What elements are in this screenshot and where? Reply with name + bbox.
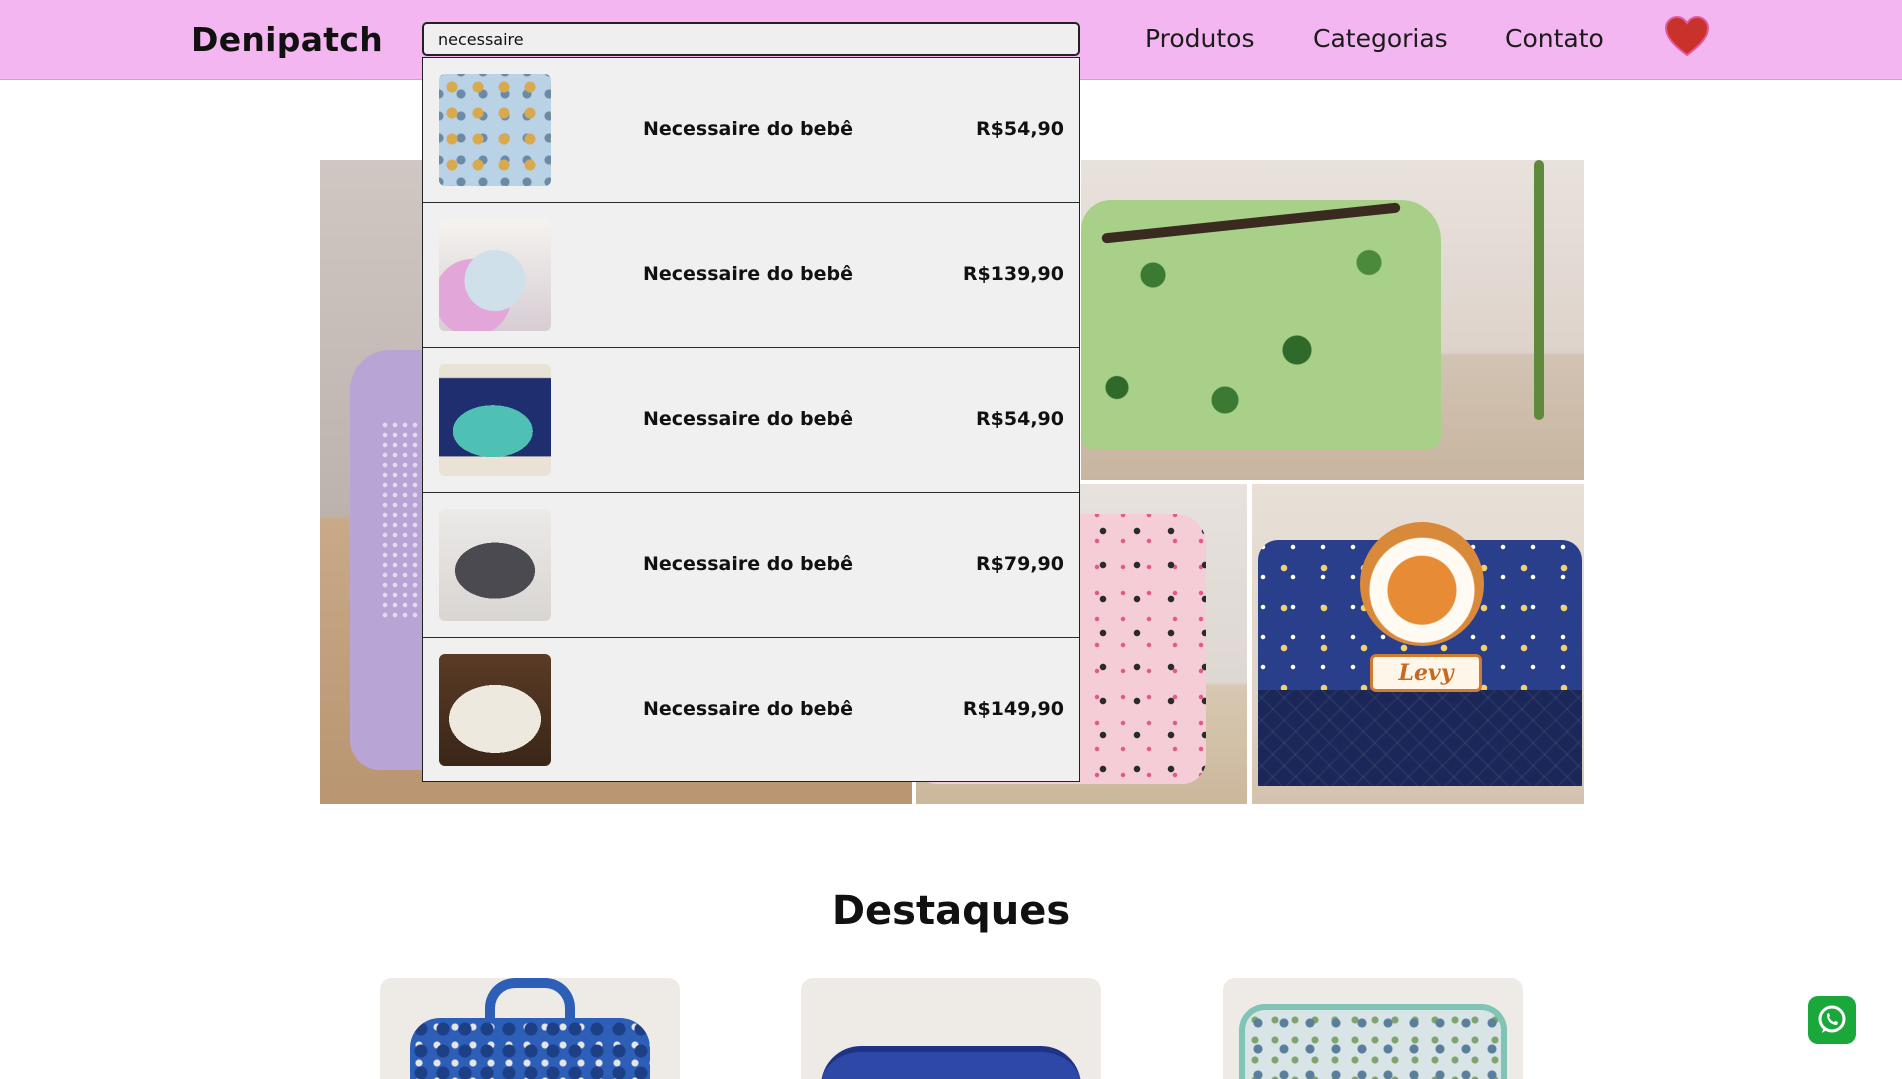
product-name: Necessaire do bebê xyxy=(642,263,853,285)
nav-produtos[interactable]: Produtos xyxy=(1145,24,1255,53)
product-image xyxy=(821,1046,1081,1079)
gallery-image-fox-wallet[interactable]: Levy xyxy=(1252,484,1584,804)
product-image xyxy=(410,1018,650,1079)
product-price: R$54,90 xyxy=(976,408,1064,430)
product-price: R$79,90 xyxy=(976,553,1064,575)
featured-product-card[interactable] xyxy=(380,978,680,1079)
search-result-item[interactable]: Necessaire do bebê R$54,90 xyxy=(423,348,1079,493)
product-name: Necessaire do bebê xyxy=(642,408,853,430)
wallet-bottom xyxy=(1258,690,1582,786)
product-thumbnail xyxy=(439,654,551,766)
whatsapp-icon[interactable] xyxy=(1808,996,1856,1044)
featured-product-card[interactable] xyxy=(1223,978,1523,1079)
product-price: R$149,90 xyxy=(962,698,1064,720)
featured-product-card[interactable] xyxy=(801,978,1101,1079)
nav-contato[interactable]: Contato xyxy=(1505,24,1604,53)
search-result-item[interactable]: Necessaire do bebê R$54,90 xyxy=(423,58,1079,203)
product-image xyxy=(1239,1004,1507,1079)
product-name: Necessaire do bebê xyxy=(642,698,853,720)
product-thumbnail xyxy=(439,364,551,476)
name-tag: Levy xyxy=(1370,654,1482,692)
search-result-item[interactable]: Necessaire do bebê R$79,90 xyxy=(423,493,1079,638)
search-result-item[interactable]: Necessaire do bebê R$139,90 xyxy=(423,203,1079,348)
product-name: Necessaire do bebê xyxy=(642,118,853,140)
product-thumbnail xyxy=(439,74,551,186)
nav-categorias[interactable]: Categorias xyxy=(1313,24,1448,53)
product-price: R$54,90 xyxy=(976,118,1064,140)
fox-patch xyxy=(1360,522,1484,646)
heart-icon[interactable] xyxy=(1664,15,1710,58)
search-results-dropdown: Necessaire do bebê R$54,90 Necessaire do… xyxy=(422,57,1080,782)
product-thumbnail xyxy=(439,509,551,621)
search-input[interactable] xyxy=(422,22,1080,56)
product-price: R$139,90 xyxy=(962,263,1064,285)
product-name: Necessaire do bebê xyxy=(642,553,853,575)
gallery-image-monkey-pouch[interactable] xyxy=(1081,160,1584,480)
section-title-destaques: Destaques xyxy=(831,888,1071,934)
product-thumbnail xyxy=(439,219,551,331)
site-logo[interactable]: Denipatch xyxy=(191,20,383,59)
search-result-item[interactable]: Necessaire do bebê R$149,90 xyxy=(423,638,1079,783)
hanging-plant xyxy=(1534,160,1544,420)
